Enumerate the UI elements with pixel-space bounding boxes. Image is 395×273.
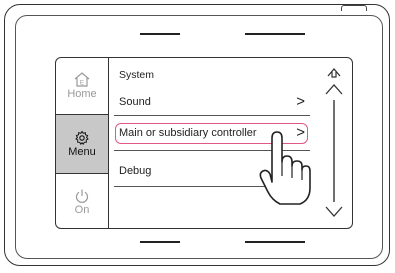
sidebar-home-label: Home	[67, 88, 97, 100]
menu-item-sound[interactable]: Sound >	[119, 93, 307, 111]
sidebar-item-home[interactable]: E Home	[56, 58, 108, 114]
bezel-line	[140, 33, 180, 35]
divider	[114, 115, 310, 117]
bezel-line	[140, 241, 180, 243]
hand-pointer-icon	[259, 131, 311, 205]
device-tab	[341, 5, 367, 11]
menu-item-label: Sound	[119, 96, 151, 108]
sidebar-on-label: On	[74, 203, 90, 216]
chevron-up-icon[interactable]	[325, 84, 343, 95]
menu-item-label: Main or subsidiary controller	[119, 127, 257, 139]
power-icon	[75, 189, 89, 203]
back-arrow-icon[interactable]	[327, 68, 341, 78]
sidebar-menu-label: Menu	[68, 145, 96, 158]
section-title: System	[119, 69, 155, 81]
bezel-line	[245, 33, 305, 35]
gear-icon	[75, 130, 89, 145]
chevron-down-icon[interactable]	[325, 206, 343, 217]
scrollbar[interactable]	[318, 62, 350, 226]
svg-text:E: E	[80, 80, 85, 87]
chevron-right-icon: >	[296, 93, 305, 110]
sidebar-item-on[interactable]: On	[56, 174, 108, 228]
sidebar: E Home Menu On	[56, 58, 109, 228]
menu-item-label: Debug	[119, 165, 152, 177]
sidebar-item-menu[interactable]: Menu	[56, 114, 108, 174]
home-icon: E	[74, 72, 90, 87]
bezel-line	[245, 241, 305, 243]
